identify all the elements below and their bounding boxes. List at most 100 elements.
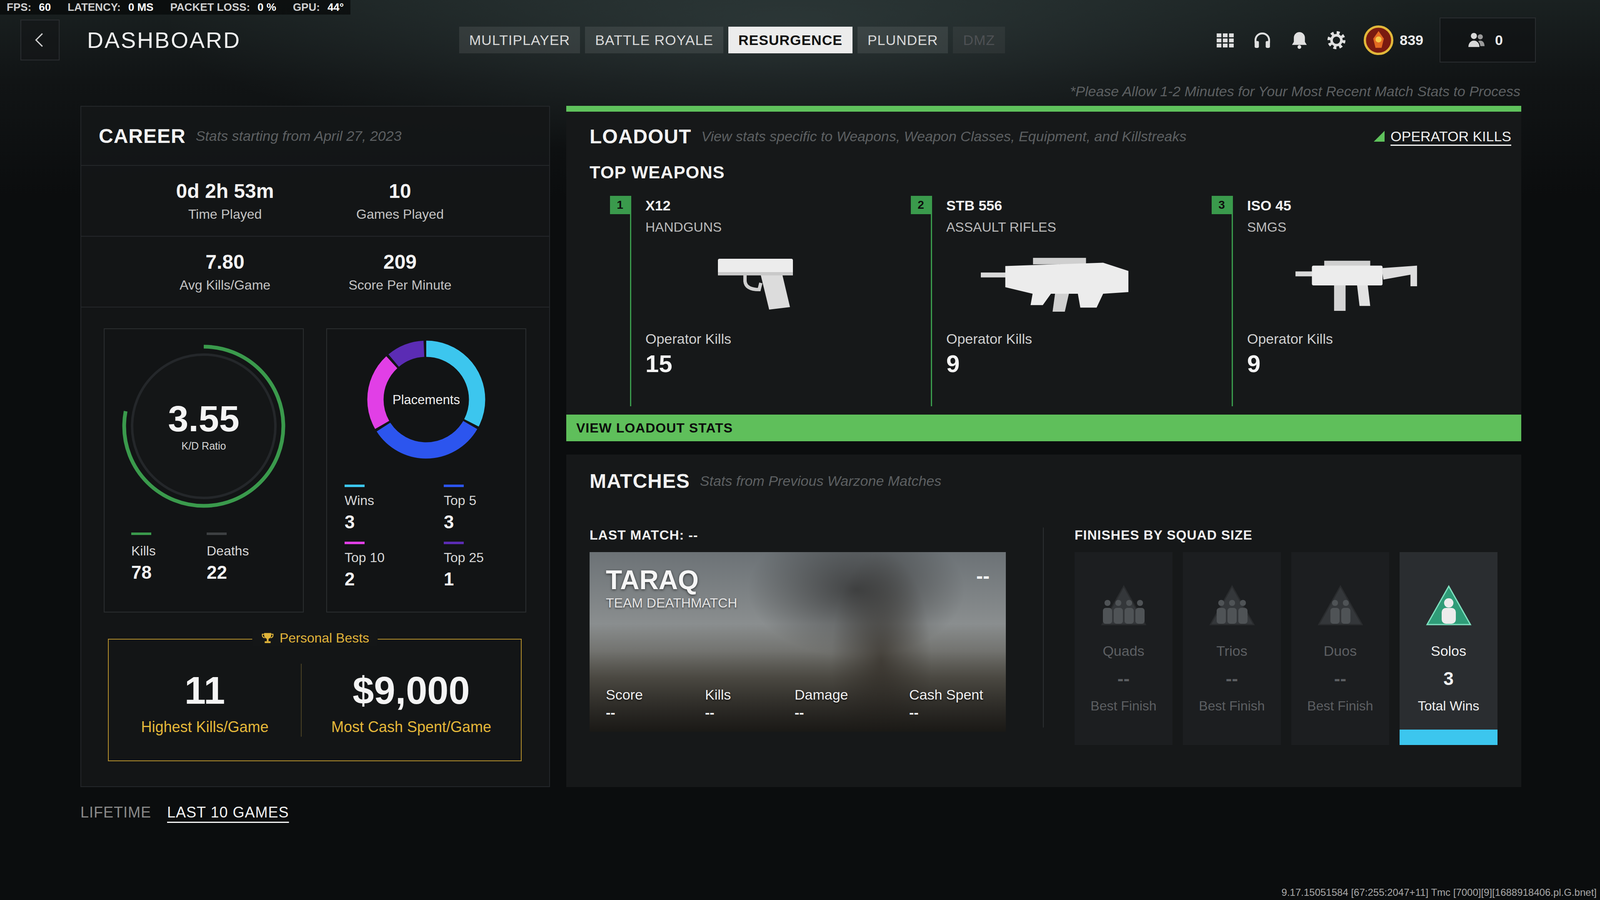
legend-swatch xyxy=(344,484,365,488)
social-button[interactable] xyxy=(1252,30,1273,51)
matches-title: MATCHES xyxy=(589,469,690,493)
donut-segment xyxy=(375,348,478,451)
placements-legend: Wins3Top 53Top 102Top 251 xyxy=(327,484,526,590)
range-tab[interactable]: LIFETIME xyxy=(80,803,152,824)
loadout-subtitle: View stats specific to Weapons, Weapon C… xyxy=(701,128,1187,145)
friends-icon xyxy=(1466,30,1487,51)
career-title: CAREER xyxy=(98,124,186,148)
match-placement: -- xyxy=(976,564,990,588)
kd-label: K/D Ratio xyxy=(181,440,227,452)
weapon-body: STB 556 ASSAULT RIFLES Operator Kills9 xyxy=(930,195,1212,407)
finishes-title: FINISHES BY SQUAD SIZE xyxy=(1074,527,1498,543)
career-stat: 10Games Played xyxy=(312,179,488,223)
match-stat: Damage-- xyxy=(794,686,910,721)
mode-tab[interactable]: BATTLE ROYALE xyxy=(585,26,724,54)
stat-label: Time Played xyxy=(137,206,313,223)
stats-notice: *Please Allow 1-2 Minutes for Your Most … xyxy=(0,83,1600,100)
perf-label: LATENCY: xyxy=(67,0,121,14)
weapon-body: X12HANDGUNSOperator Kills15 xyxy=(630,195,911,407)
legend-item: Kills78 xyxy=(131,532,207,583)
personal-bests-title: Personal Bests xyxy=(252,630,378,646)
smg-icon xyxy=(1295,254,1419,312)
personal-bests: Personal Bests11Highest Kills/Game$9,000… xyxy=(107,638,522,762)
perf-value: 0 MS xyxy=(128,0,154,14)
weapon-name: ISO 45 xyxy=(1247,197,1513,214)
notifications-button[interactable] xyxy=(1289,30,1310,51)
mode-tab[interactable]: RESURGENCE xyxy=(728,26,853,54)
map-header: TARAQTEAM DEATHMATCH-- xyxy=(605,564,990,611)
sort-dropdown[interactable]: OPERATOR KILLS xyxy=(1373,128,1512,145)
squad-label: Quads xyxy=(1102,642,1145,660)
weapon-stat-value: 15 xyxy=(645,349,911,378)
career-charts: 3.55K/D RatioKills78Deaths22PlacementsWi… xyxy=(81,307,550,613)
stat-value: 7.80 xyxy=(137,250,313,274)
rank-badge: 2 xyxy=(910,195,931,215)
player-level[interactable]: 839 xyxy=(1363,25,1424,56)
mode-tab[interactable]: PLUNDER xyxy=(857,26,948,54)
range-tab[interactable]: LAST 10 GAMES xyxy=(167,803,289,824)
weapon-stat-label: Operator Kills xyxy=(645,330,911,348)
legend-value: 22 xyxy=(206,562,228,583)
weapon-list: 1X12HANDGUNSOperator Kills152 STB 556 ASSA… xyxy=(566,195,1522,415)
stat-label: Games Played xyxy=(312,206,488,223)
finish-caption: Best Finish xyxy=(1198,698,1265,714)
weapon-stat-label: Operator Kills xyxy=(946,330,1212,348)
legend-value: 2 xyxy=(344,568,355,590)
game-mode: TEAM DEATHMATCH xyxy=(605,595,738,611)
perf-label: PACKET LOSS: xyxy=(170,0,250,14)
player-emblem-icon xyxy=(1363,25,1394,56)
menu-button[interactable] xyxy=(1215,30,1236,51)
page-title: DASHBOARD xyxy=(87,27,241,53)
settings-button[interactable] xyxy=(1326,30,1347,51)
weapon-stat-value: 9 xyxy=(946,349,1212,378)
stat-value: 0d 2h 53m xyxy=(137,179,313,203)
finish-card[interactable]: Duos -- Best Finish xyxy=(1291,552,1390,745)
finish-value: -- xyxy=(1225,668,1238,690)
top-weapons-title: TOP WEAPONS xyxy=(589,162,1522,183)
legend-item: Top 53 xyxy=(443,484,528,533)
weapon-name: STB 556 xyxy=(946,197,1212,214)
weapon-card[interactable]: 2 STB 556 ASSAULT RIFLES Operator Kills9 xyxy=(910,195,1212,415)
finish-value: 3 xyxy=(1443,668,1454,690)
finish-caption: Total Wins xyxy=(1417,698,1480,714)
finish-card[interactable]: Trios -- Best Finish xyxy=(1182,552,1281,745)
placements-donut: Placements xyxy=(363,337,489,463)
legend-value: 3 xyxy=(443,511,454,533)
kd-ring: 3.55K/D Ratio xyxy=(116,338,292,514)
weapon-class: ASSAULT RIFLES xyxy=(946,219,1212,235)
perf-label: GPU: xyxy=(292,0,320,14)
kd-value: 3.55 xyxy=(167,397,240,440)
mode-tab: DMZ xyxy=(952,26,1005,54)
match-stat-value: -- xyxy=(705,704,795,721)
finish-card[interactable]: Quads--Best Finish xyxy=(1074,552,1173,745)
headset-icon xyxy=(1252,30,1273,51)
weapon-stat-value: 9 xyxy=(1247,349,1513,378)
personal-best-value: 11 xyxy=(184,668,225,713)
last-match-card[interactable]: TARAQTEAM DEATHMATCH--Score--Kills--Dama… xyxy=(589,552,1006,732)
donut-segment xyxy=(375,348,478,451)
back-button[interactable] xyxy=(20,19,60,61)
legend-value: 1 xyxy=(443,568,454,590)
weapon-card[interactable]: 3ISO 45SMGSOperator Kills9 xyxy=(1211,195,1513,415)
finish-card[interactable]: Solos3Total Wins xyxy=(1399,552,1498,745)
chevron-left-icon xyxy=(30,30,50,50)
perf-stat: FPS:60 xyxy=(6,0,51,14)
friends-button[interactable]: 0 xyxy=(1439,17,1536,63)
finishes-by-squad: FINISHES BY SQUAD SIZEQuads--Best Finish… xyxy=(1074,527,1498,745)
perf-value: 60 xyxy=(38,0,51,14)
matches-body: LAST MATCH: --TARAQTEAM DEATHMATCH--Scor… xyxy=(566,527,1522,745)
squad-label: Duos xyxy=(1323,642,1357,660)
mode-tab[interactable]: MULTIPLAYER xyxy=(459,26,580,54)
matches-panel: MATCHESStats from Previous Warzone Match… xyxy=(566,454,1522,788)
perf-value: 0 % xyxy=(257,0,277,14)
personal-best-value: $9,000 xyxy=(352,668,470,713)
view-loadout-stats-button[interactable]: VIEW LOADOUT STATS xyxy=(566,414,1522,442)
legend-value: 3 xyxy=(344,511,355,533)
perf-stat: GPU:44° xyxy=(292,0,344,14)
match-stat-label: Kills xyxy=(705,686,795,703)
squad-label: Trios xyxy=(1216,642,1248,660)
legend-label: Wins xyxy=(344,492,375,509)
finish-value: -- xyxy=(1334,668,1347,690)
finish-caption: Best Finish xyxy=(1307,698,1373,714)
weapon-card[interactable]: 1X12HANDGUNSOperator Kills15 xyxy=(610,195,911,415)
